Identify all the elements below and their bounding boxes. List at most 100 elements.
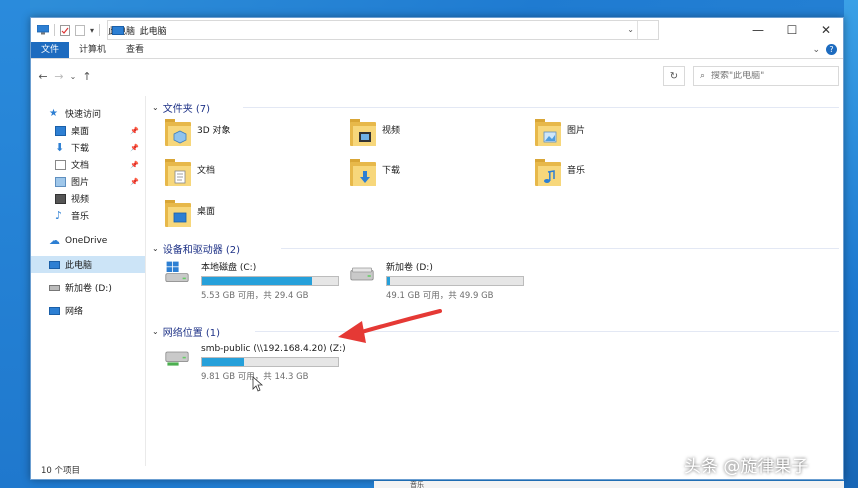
group-header-network[interactable]: ⌄ 网络位置 (1) xyxy=(147,324,221,339)
network-drive-icon xyxy=(165,351,189,366)
group-title: 设备和驱动器 (2) xyxy=(162,244,241,256)
3d-objects-folder-icon xyxy=(165,118,191,148)
help-icon[interactable]: ? xyxy=(826,44,837,55)
desktop-icon xyxy=(55,125,66,136)
pictures-folder-icon xyxy=(535,118,561,148)
drive-name: smb-public (\\192.168.4.20) (Z:) xyxy=(201,344,346,354)
sidebar-item-label: 文档 xyxy=(71,161,90,171)
search-input[interactable] xyxy=(711,71,822,81)
new-folder-icon[interactable] xyxy=(75,24,85,36)
pin-icon: 📌 xyxy=(130,160,139,169)
up-button[interactable]: ↑ xyxy=(79,70,95,83)
folder-tile[interactable]: 下载 xyxy=(350,158,400,188)
sidebar-item-label: 图片 xyxy=(71,178,90,188)
sidebar-item-network[interactable]: 网络 xyxy=(31,302,145,319)
sidebar-item-label: 快速访问 xyxy=(65,110,102,120)
folder-label: 音乐 xyxy=(567,166,586,176)
maximize-button[interactable]: ☐ xyxy=(775,18,809,42)
folder-tile[interactable]: 音乐 xyxy=(535,158,585,188)
sidebar-item-label: 视频 xyxy=(71,195,90,205)
tab-file[interactable]: 文件 xyxy=(31,42,70,58)
folder-label: 文档 xyxy=(197,166,216,176)
recent-locations-chevron-icon[interactable]: ⌄ xyxy=(67,72,79,81)
sidebar-item-this-pc[interactable]: 此电脑 xyxy=(31,256,145,273)
music-icon: ♪ xyxy=(55,208,63,222)
minimize-button[interactable]: — xyxy=(741,18,775,42)
close-button[interactable]: ✕ xyxy=(809,18,843,42)
cloud-icon: ☁ xyxy=(49,233,60,247)
music-folder-icon xyxy=(535,158,561,188)
breadcrumb-this-pc[interactable]: 此电脑 xyxy=(140,24,167,37)
computer-icon xyxy=(49,260,60,269)
expand-ribbon-chevron-icon[interactable]: ⌄ xyxy=(812,45,820,55)
video-folder-icon xyxy=(350,118,376,148)
tab-computer[interactable]: 计算机 xyxy=(69,42,116,58)
sidebar-item-desktop[interactable]: 桌面 📌 xyxy=(31,122,145,139)
group-divider xyxy=(243,107,839,108)
sidebar-item-pictures[interactable]: 图片 📌 xyxy=(31,173,145,190)
sidebar-item-label: OneDrive xyxy=(65,235,108,246)
video-icon xyxy=(55,193,66,204)
drive-usage-fill xyxy=(202,358,245,366)
search-box[interactable]: ⌕ xyxy=(693,66,839,86)
folder-tile[interactable]: 视频 xyxy=(350,118,400,148)
desktop-folder-icon xyxy=(165,199,191,229)
drive-usage-text: 9.81 GB 可用，共 14.3 GB xyxy=(201,372,309,382)
group-title: 网络位置 (1) xyxy=(162,327,221,339)
network-icon xyxy=(49,306,60,315)
folder-label: 视频 xyxy=(382,126,401,136)
pin-icon: 📌 xyxy=(130,143,139,152)
sidebar-item-label: 桌面 xyxy=(71,127,90,137)
ribbon-tabs: 文件 计算机 查看 ⌄ ? xyxy=(31,42,843,59)
sidebar-item-downloads[interactable]: ⬇ 下载 📌 xyxy=(31,139,145,156)
collapse-chevron-icon[interactable]: ⌄ xyxy=(152,244,159,253)
drive-usage-bar xyxy=(201,357,339,367)
collapse-chevron-icon[interactable]: ⌄ xyxy=(152,103,159,112)
group-header-folders[interactable]: ⌄ 文件夹 (7) xyxy=(147,100,211,115)
properties-icon[interactable] xyxy=(60,24,70,36)
folder-tile[interactable]: 图片 xyxy=(535,118,585,148)
group-header-devices[interactable]: ⌄ 设备和驱动器 (2) xyxy=(147,241,241,256)
folder-tile[interactable]: 文档 xyxy=(165,158,215,188)
drive-usage-bar xyxy=(201,276,339,286)
document-icon xyxy=(55,159,66,170)
item-count: 10 个项目 xyxy=(41,466,81,476)
sidebar-item-new-volume[interactable]: 新加卷 (D:) xyxy=(31,279,145,296)
customize-toolbar-chevron-icon[interactable]: ▾ xyxy=(90,26,94,35)
drive-icon xyxy=(49,284,60,291)
folder-label: 下载 xyxy=(382,166,401,176)
drive-usage-fill xyxy=(387,277,390,285)
drive-tile-d[interactable]: 新加卷 (D:) 49.1 GB 可用，共 49.9 GB xyxy=(346,260,524,301)
drive-name: 本地磁盘 (C:) xyxy=(201,263,257,273)
sidebar-item-videos[interactable]: 视频 xyxy=(31,190,145,207)
background-window-label: 音乐 xyxy=(410,481,424,488)
drive-tile-c[interactable]: 本地磁盘 (C:) 5.53 GB 可用，共 29.4 GB xyxy=(161,260,339,301)
documents-folder-icon xyxy=(165,158,191,188)
tab-view[interactable]: 查看 xyxy=(116,42,154,58)
refresh-button[interactable]: ↻ xyxy=(663,66,685,86)
drive-usage-text: 49.1 GB 可用，共 49.9 GB xyxy=(386,291,494,301)
sidebar-item-quick-access[interactable]: ★ 快速访问 xyxy=(31,105,145,122)
forward-button[interactable]: → xyxy=(51,70,67,83)
back-button[interactable]: ← xyxy=(35,70,51,83)
folder-tile[interactable]: 3D 对象 xyxy=(165,118,231,148)
address-dropdown-chevron-icon[interactable]: ⌄ xyxy=(627,25,634,34)
picture-icon xyxy=(55,176,66,187)
folder-label: 3D 对象 xyxy=(197,126,231,136)
drive-usage-fill xyxy=(202,277,313,285)
window-controls: — ☐ ✕ xyxy=(741,18,843,42)
title-separator xyxy=(99,24,101,36)
drive-name: 新加卷 (D:) xyxy=(386,263,433,273)
address-bar[interactable]: › 此电脑 ⌄ xyxy=(107,20,659,40)
group-title: 文件夹 (7) xyxy=(162,103,211,115)
sidebar-item-onedrive[interactable]: ☁ OneDrive xyxy=(31,232,145,249)
drive-usage-bar xyxy=(386,276,524,286)
breadcrumb-separator[interactable]: › xyxy=(130,25,134,35)
sidebar-item-label: 音乐 xyxy=(71,212,90,222)
folder-tile[interactable]: 桌面 xyxy=(165,199,215,229)
sidebar-item-music[interactable]: ♪ 音乐 xyxy=(31,207,145,224)
collapse-chevron-icon[interactable]: ⌄ xyxy=(152,327,159,336)
background-window-strip xyxy=(374,481,844,488)
navigation-pane: ★ 快速访问 桌面 📌 ⬇ 下载 📌 文档 📌 图片 📌 视频 ♪ 音乐 ☁ O… xyxy=(31,96,145,456)
sidebar-item-documents[interactable]: 文档 📌 xyxy=(31,156,145,173)
